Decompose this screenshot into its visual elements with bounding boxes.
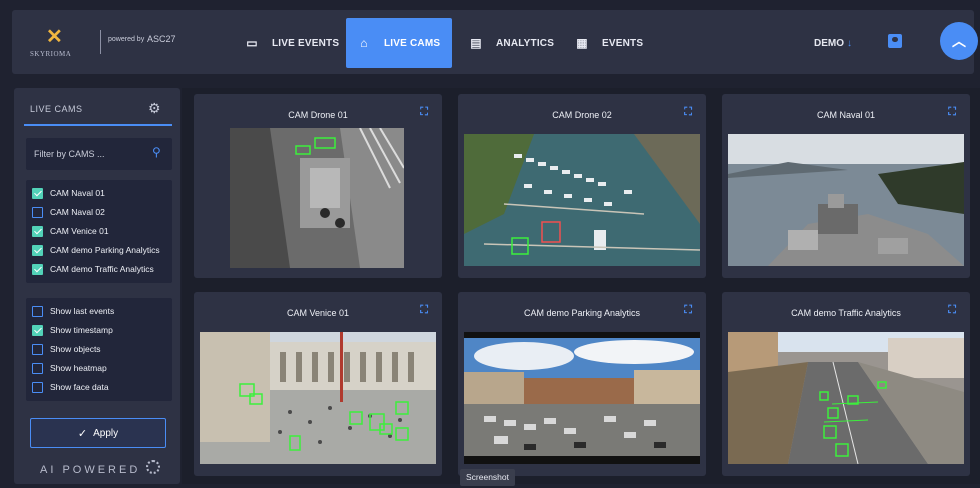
nav-analytics[interactable]: ▤ ANALYTICS <box>458 18 558 68</box>
arrow-down-icon: ↓ <box>847 38 852 49</box>
checkbox-label: CAM demo Parking Analytics <box>50 245 160 255</box>
nav-label: ANALYTICS <box>496 37 555 49</box>
collapse-header-button[interactable]: ︿ <box>940 22 978 60</box>
checkbox[interactable] <box>32 226 43 237</box>
fullscreen-icon[interactable]: ⛶ <box>948 106 956 119</box>
sidebar: LIVE CAMS ⚙ ⚲ CAM Naval 01 CAM Naval 02 … <box>14 88 180 484</box>
camera-title: CAM Naval 01 <box>816 110 876 120</box>
checkbox-label: CAM demo Traffic Analytics <box>50 264 154 274</box>
camera-feed-venice-01[interactable] <box>200 332 436 464</box>
camera-card-parking-analytics: CAM demo Parking Analytics ⛶ <box>458 292 706 476</box>
top-bar: ✕ SKYRIOMA powered by ASC27 ▭ LIVE EVENT… <box>12 10 974 74</box>
option-show-last-events[interactable]: Show last events <box>26 302 172 321</box>
analytics-icon: ▤ <box>470 36 482 50</box>
camera-title: CAM demo Parking Analytics <box>523 308 641 318</box>
chevron-up-icon: ︿ <box>952 33 966 49</box>
apply-label: Apply <box>93 427 119 439</box>
checkbox[interactable] <box>32 344 43 355</box>
powered-by-text: powered by <box>108 36 145 43</box>
partner-logo: ASC27 <box>147 34 176 44</box>
camera-feed-naval-01[interactable] <box>728 134 964 266</box>
cam-checkbox-traffic[interactable]: CAM demo Traffic Analytics <box>26 260 172 279</box>
brand-logo[interactable]: ✕ SKYRIOMA <box>30 22 84 62</box>
camera-card-venice-01: CAM Venice 01 ⛶ <box>194 292 442 476</box>
camera-card-traffic-analytics: CAM demo Traffic Analytics ⛶ <box>722 292 970 476</box>
checkbox[interactable] <box>32 188 43 199</box>
checkbox[interactable] <box>32 245 43 256</box>
checkbox-label: Show objects <box>50 344 101 354</box>
camera-feed-drone-02[interactable] <box>464 134 700 266</box>
ai-powered-label: AI POWERED <box>40 464 141 476</box>
account-label: DEMO <box>814 38 844 49</box>
cam-checkbox-venice-01[interactable]: CAM Venice 01 <box>26 222 172 241</box>
camera-card-drone-02: CAM Drone 02 ⛶ <box>458 94 706 278</box>
screenshot-tooltip: Screenshot <box>460 469 515 486</box>
fullscreen-icon[interactable]: ⛶ <box>684 304 692 317</box>
logo-divider <box>100 30 101 54</box>
checkbox[interactable] <box>32 382 43 393</box>
user-icon[interactable] <box>888 34 902 48</box>
nav-live-events[interactable]: ▭ LIVE EVENTS <box>234 18 340 68</box>
filter-cams-input[interactable] <box>34 146 144 162</box>
apply-button[interactable]: ✓ Apply <box>30 418 166 448</box>
cam-checkbox-parking[interactable]: CAM demo Parking Analytics <box>26 241 172 260</box>
checkmark-icon: ✓ <box>77 427 88 440</box>
sidebar-title: LIVE CAMS <box>30 104 83 114</box>
option-show-timestamp[interactable]: Show timestamp <box>26 321 172 340</box>
nav-events[interactable]: ▦ EVENTS <box>564 18 654 68</box>
checkbox-label: CAM Naval 02 <box>50 207 105 217</box>
camera-title: CAM demo Traffic Analytics <box>791 308 901 318</box>
checkbox-label: Show heatmap <box>50 363 107 373</box>
camera-title: CAM Drone 02 <box>552 110 612 120</box>
ai-brain-icon <box>146 460 160 474</box>
checkbox[interactable] <box>32 363 43 374</box>
fullscreen-icon[interactable]: ⛶ <box>420 106 428 119</box>
nav-label: EVENTS <box>602 37 644 49</box>
calendar-icon: ▦ <box>576 36 588 50</box>
fullscreen-icon[interactable]: ⛶ <box>948 304 956 317</box>
option-show-objects[interactable]: Show objects <box>26 340 172 359</box>
filter-box: ⚲ <box>26 138 172 170</box>
brand-name: SKYRIOMA <box>30 50 72 58</box>
nav-label: LIVE CAMS <box>384 37 441 49</box>
account-dropdown[interactable]: DEMO ↓ <box>814 38 852 49</box>
monitor-icon: ▭ <box>246 36 258 50</box>
camera-title: CAM Drone 01 <box>288 110 348 120</box>
gear-icon[interactable]: ⚙ <box>148 100 161 117</box>
fullscreen-icon[interactable]: ⛶ <box>420 304 428 317</box>
checkbox-label: Show timestamp <box>50 325 113 335</box>
nav-live-cams[interactable]: ⌂ LIVE CAMS <box>346 18 452 68</box>
sidebar-title-underline <box>24 124 172 126</box>
camera-card-naval-01: CAM Naval 01 ⛶ <box>722 94 970 278</box>
home-icon: ⌂ <box>360 36 368 50</box>
cam-checkbox-naval-02[interactable]: CAM Naval 02 <box>26 203 172 222</box>
checkbox[interactable] <box>32 306 43 317</box>
camera-grid: CAM Drone 01 ⛶ CAM Drone 02 ⛶ CAM Naval … <box>182 88 980 484</box>
nav-label: LIVE EVENTS <box>272 37 340 49</box>
checkbox-label: Show last events <box>50 306 115 316</box>
camera-feed-parking-analytics[interactable] <box>464 332 700 464</box>
camera-title: CAM Venice 01 <box>286 308 350 318</box>
camera-card-drone-01: CAM Drone 01 ⛶ <box>194 94 442 278</box>
option-show-heatmap[interactable]: Show heatmap <box>26 359 172 378</box>
camera-feed-traffic-analytics[interactable] <box>728 332 964 464</box>
cams-checklist: CAM Naval 01 CAM Naval 02 CAM Venice 01 … <box>26 180 172 283</box>
checkbox-label: Show face data <box>50 382 109 392</box>
cam-checkbox-naval-01[interactable]: CAM Naval 01 <box>26 184 172 203</box>
display-options-checklist: Show last events Show timestamp Show obj… <box>26 298 172 401</box>
checkbox[interactable] <box>32 325 43 336</box>
checkbox-label: CAM Venice 01 <box>50 226 109 236</box>
checkbox[interactable] <box>32 207 43 218</box>
fullscreen-icon[interactable]: ⛶ <box>684 106 692 119</box>
camera-feed-drone-01[interactable] <box>230 128 404 268</box>
checkbox-label: CAM Naval 01 <box>50 188 105 198</box>
option-show-face-data[interactable]: Show face data <box>26 378 172 397</box>
checkbox[interactable] <box>32 264 43 275</box>
logo-mark-icon: ✕ <box>46 26 63 48</box>
search-icon[interactable]: ⚲ <box>152 145 161 159</box>
